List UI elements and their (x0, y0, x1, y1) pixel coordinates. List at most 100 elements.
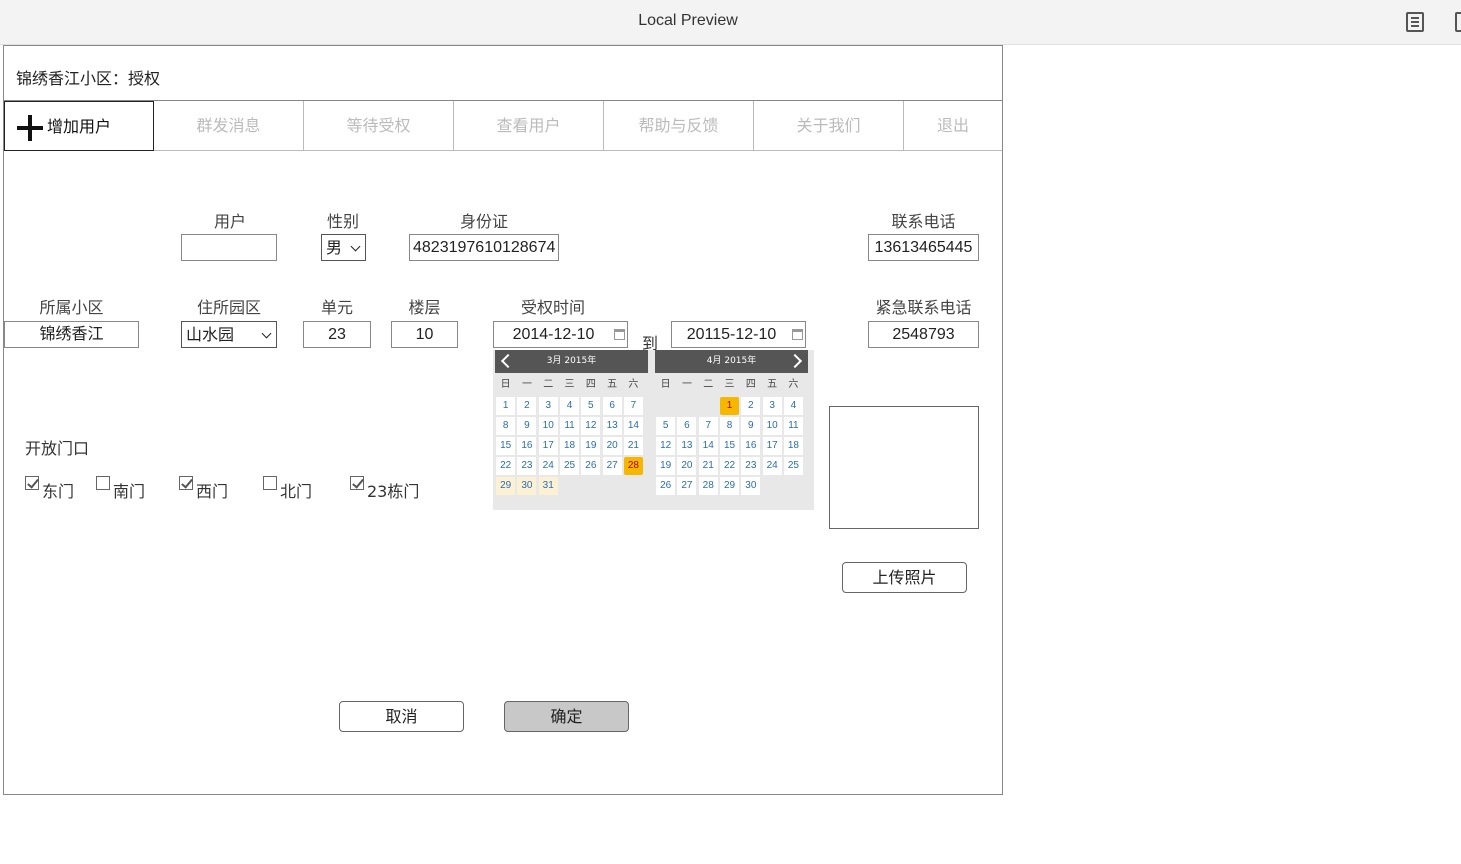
calendar-day[interactable]: 22 (719, 457, 740, 477)
calendar-day[interactable]: 7 (623, 397, 644, 417)
calendar-day[interactable]: 25 (783, 457, 804, 477)
chevron-right-icon[interactable] (787, 353, 803, 369)
calendar-day[interactable]: 24 (538, 457, 559, 477)
confirm-button[interactable]: 确定 (504, 701, 629, 732)
calendar-day[interactable]: 9 (740, 417, 761, 437)
user-input[interactable] (181, 234, 277, 261)
tab-about[interactable]: 关于我们 (754, 101, 904, 151)
calendar-day[interactable]: 9 (516, 417, 537, 437)
calendar-day[interactable]: 31 (538, 477, 559, 497)
calendar-day[interactable]: 16 (516, 437, 537, 457)
checkbox[interactable] (25, 476, 39, 490)
garden-select[interactable]: 山水园 (181, 321, 277, 348)
tab-help-feedback[interactable]: 帮助与反馈 (604, 101, 754, 151)
calendar-day[interactable]: 28 (623, 457, 644, 477)
calendar-day[interactable]: 8 (495, 417, 516, 437)
calendar-day[interactable]: 14 (623, 417, 644, 437)
calendar-day[interactable]: 3 (538, 397, 559, 417)
gender-select[interactable]: 男 (321, 234, 366, 261)
weekday-label: 日 (660, 379, 671, 390)
calendar-day[interactable]: 27 (676, 477, 697, 497)
checkbox[interactable] (179, 476, 193, 490)
calendar-day[interactable]: 25 (559, 457, 580, 477)
emergency-phone-input[interactable]: 2548793 (868, 321, 979, 348)
calendar-icon[interactable] (792, 329, 803, 340)
tab-pending-auth[interactable]: 等待受权 (304, 101, 454, 151)
calendar-icon[interactable] (614, 329, 625, 340)
calendar-day[interactable]: 4 (783, 397, 804, 417)
calendar-day[interactable]: 11 (559, 417, 580, 437)
calendar-day[interactable]: 21 (698, 457, 719, 477)
unit-input[interactable]: 23 (303, 321, 371, 348)
calendar-day[interactable]: 27 (601, 457, 622, 477)
calendar-day[interactable]: 17 (761, 437, 782, 457)
calendar-day[interactable]: 8 (719, 417, 740, 437)
calendar-day[interactable]: 2 (740, 397, 761, 417)
gate-label: 东门 (42, 482, 75, 501)
calendar-day[interactable]: 2 (516, 397, 537, 417)
main-panel: 锦绣香江小区：授权 增加用户 群发消息 等待受权 查看用户 帮助与反馈 关于我们… (3, 45, 1003, 795)
calendar-day[interactable]: 18 (783, 437, 804, 457)
tab-broadcast[interactable]: 群发消息 (154, 101, 304, 151)
calendar-day[interactable]: 11 (783, 417, 804, 437)
calendar-day[interactable]: 12 (655, 437, 676, 457)
calendar-day[interactable]: 13 (601, 417, 622, 437)
calendar-day[interactable]: 26 (655, 477, 676, 497)
calendar-day[interactable]: 1 (719, 397, 740, 417)
calendar-day[interactable]: 6 (601, 397, 622, 417)
calendar-day[interactable]: 15 (495, 437, 516, 457)
community-input[interactable]: 锦绣香江 (4, 321, 139, 348)
calendar-day[interactable]: 19 (580, 437, 601, 457)
document-icon[interactable] (1406, 12, 1424, 32)
calendar-day[interactable]: 5 (655, 417, 676, 437)
calendar-day[interactable]: 16 (740, 437, 761, 457)
calendar-day[interactable]: 26 (580, 457, 601, 477)
calendar-day[interactable]: 15 (719, 437, 740, 457)
weekday-label: 六 (788, 379, 799, 390)
calendar-day[interactable]: 12 (580, 417, 601, 437)
calendar-day[interactable]: 30 (516, 477, 537, 497)
calendar-day[interactable]: 1 (495, 397, 516, 417)
calendar-day[interactable]: 22 (495, 457, 516, 477)
calendar-day[interactable]: 4 (559, 397, 580, 417)
floor-input[interactable]: 10 (391, 321, 458, 348)
calendar-day[interactable]: 23 (740, 457, 761, 477)
calendar-day[interactable]: 24 (761, 457, 782, 477)
calendar-day[interactable]: 20 (601, 437, 622, 457)
tab-add-user[interactable]: 增加用户 (4, 101, 154, 151)
window-icon[interactable] (1455, 12, 1461, 32)
auth-start-date-input[interactable]: 2014-12-10 (493, 321, 628, 348)
calendar-day[interactable]: 21 (623, 437, 644, 457)
calendar-day[interactable]: 17 (538, 437, 559, 457)
calendar-day[interactable]: 18 (559, 437, 580, 457)
auth-end-date-input[interactable]: 20115-12-10 (671, 321, 806, 348)
calendar-day[interactable]: 6 (676, 417, 697, 437)
tab-view-users[interactable]: 查看用户 (454, 101, 604, 151)
chevron-left-icon[interactable] (500, 353, 516, 369)
checkbox[interactable] (350, 476, 364, 490)
weekday-row: 日一二三四五六 (495, 373, 648, 397)
emergency-phone-label: 紧急联系电话 (875, 298, 972, 317)
calendar-day[interactable]: 29 (495, 477, 516, 497)
upload-photo-button[interactable]: 上传照片 (842, 562, 967, 593)
checkbox[interactable] (263, 476, 277, 490)
calendar-day[interactable]: 10 (761, 417, 782, 437)
checkbox[interactable] (96, 476, 110, 490)
calendar-day[interactable]: 13 (676, 437, 697, 457)
day-grid: 1 2 3 4 5 6 7 8 9 10 11 12 13 14 15 16 17 18 19 20 21 22 23 24 2… (495, 397, 648, 497)
calendar-day[interactable]: 20 (676, 457, 697, 477)
calendar-day[interactable]: 29 (719, 477, 740, 497)
calendar-day[interactable]: 23 (516, 457, 537, 477)
calendar-day[interactable]: 28 (698, 477, 719, 497)
calendar-day[interactable]: 30 (740, 477, 761, 497)
calendar-day[interactable]: 10 (538, 417, 559, 437)
calendar-day[interactable]: 3 (761, 397, 782, 417)
calendar-day[interactable]: 5 (580, 397, 601, 417)
calendar-day[interactable]: 19 (655, 457, 676, 477)
calendar-day[interactable]: 14 (698, 437, 719, 457)
id-card-input[interactable]: 4823197610128674 (409, 234, 559, 261)
cancel-button[interactable]: 取消 (339, 701, 464, 732)
phone-input[interactable]: 13613465445 (868, 234, 979, 261)
calendar-day[interactable]: 7 (698, 417, 719, 437)
tab-logout[interactable]: 退出 (904, 101, 1002, 151)
